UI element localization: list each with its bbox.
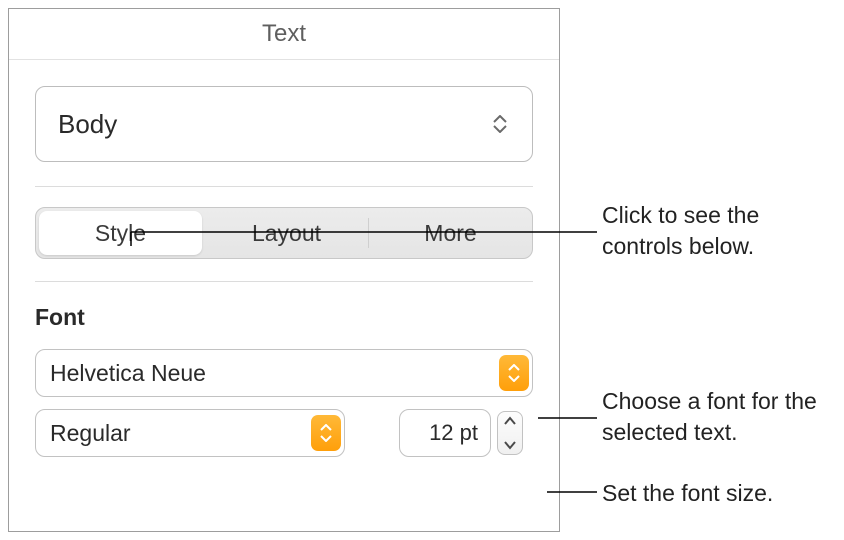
popup-arrow-icon	[496, 350, 532, 396]
text-inspector-panel: Text Body Style Layout More	[8, 8, 560, 532]
divider	[35, 281, 533, 282]
callout-font-family: Choose a font for the selected text.	[602, 386, 842, 448]
panel-title-label: Text	[262, 20, 306, 48]
font-weight-label: Regular	[36, 410, 308, 456]
font-section-title: Font	[35, 304, 533, 331]
tab-more[interactable]: More	[369, 208, 532, 258]
divider	[35, 186, 533, 187]
tab-label: Style	[95, 220, 146, 247]
chevron-down-icon	[503, 440, 517, 450]
updown-chevron-icon	[490, 110, 510, 138]
tab-label: More	[424, 220, 476, 247]
paragraph-style-popup[interactable]: Body	[35, 86, 533, 162]
font-family-popup[interactable]: Helvetica Neue	[35, 349, 533, 397]
paragraph-style-label: Body	[58, 109, 117, 140]
font-family-label: Helvetica Neue	[36, 350, 496, 396]
tab-layout[interactable]: Layout	[205, 208, 368, 258]
callout-style-tab: Click to see the controls below.	[602, 200, 832, 262]
font-size-field[interactable]: 12 pt	[399, 409, 491, 457]
callout-font-size: Set the font size.	[602, 478, 842, 509]
tab-label: Layout	[252, 220, 321, 247]
font-size-stepper[interactable]	[497, 411, 523, 455]
font-size-value: 12 pt	[429, 420, 478, 446]
tab-bar: Style Layout More	[35, 207, 533, 259]
tab-style[interactable]: Style	[39, 211, 202, 255]
divider	[9, 59, 559, 60]
font-weight-popup[interactable]: Regular	[35, 409, 345, 457]
popup-arrow-icon	[308, 410, 344, 456]
panel-title: Text	[9, 9, 559, 59]
chevron-up-icon	[503, 416, 517, 426]
